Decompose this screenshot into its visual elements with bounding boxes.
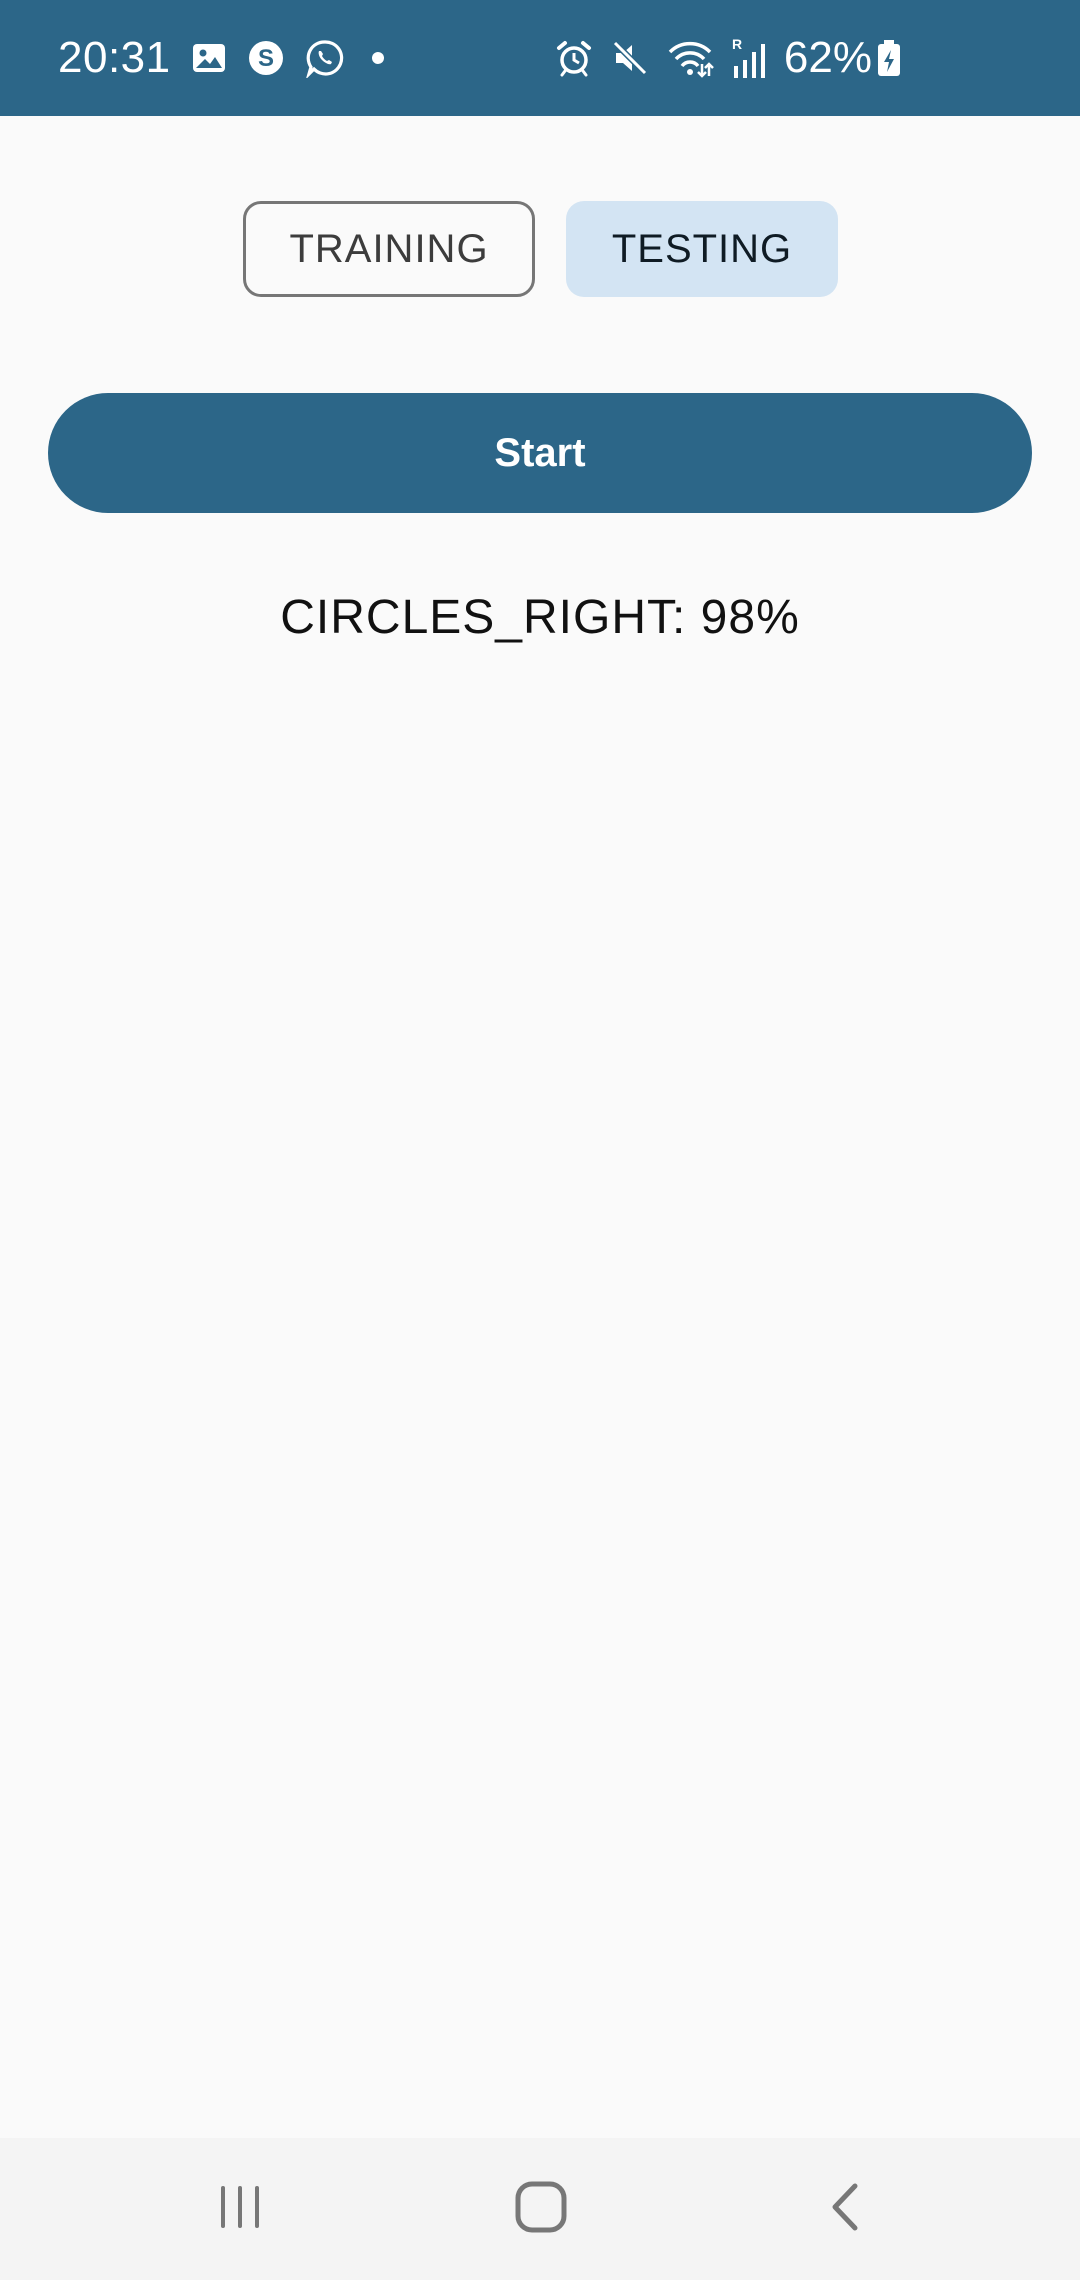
- training-toggle-button[interactable]: TRAINING: [243, 201, 535, 297]
- notification-dot-icon: [371, 51, 385, 65]
- status-bar-right: R 62%: [538, 0, 902, 116]
- testing-toggle-button[interactable]: TESTING: [566, 201, 838, 297]
- status-bar: 20:31 S R 62%: [0, 0, 1080, 116]
- recent-apps-icon: [215, 2182, 265, 2237]
- svg-text:S: S: [258, 45, 274, 72]
- status-bar-left: 20:31 S: [58, 0, 385, 116]
- mode-toggle-group: TRAINING TESTING: [0, 201, 1080, 297]
- back-button[interactable]: [775, 2138, 915, 2280]
- mute-icon: [610, 38, 650, 78]
- alarm-icon: [554, 38, 594, 78]
- clock: 20:31: [58, 33, 171, 82]
- result-text: CIRCLES_RIGHT: 98%: [280, 591, 800, 644]
- start-button[interactable]: Start: [48, 393, 1032, 513]
- gallery-icon: [191, 40, 227, 76]
- back-icon: [825, 2180, 865, 2239]
- recent-apps-button[interactable]: [170, 2138, 310, 2280]
- home-icon: [514, 2180, 568, 2239]
- signal-icon: R: [730, 36, 770, 80]
- wifi-icon: [666, 38, 714, 78]
- skype-icon: S: [247, 39, 285, 77]
- battery-percent: 62%: [783, 33, 872, 82]
- whatsapp-icon: [305, 38, 345, 78]
- svg-text:R: R: [732, 36, 742, 52]
- home-button[interactable]: [471, 2138, 611, 2280]
- navigation-bar: [0, 2138, 1080, 2280]
- battery-icon: [876, 38, 902, 78]
